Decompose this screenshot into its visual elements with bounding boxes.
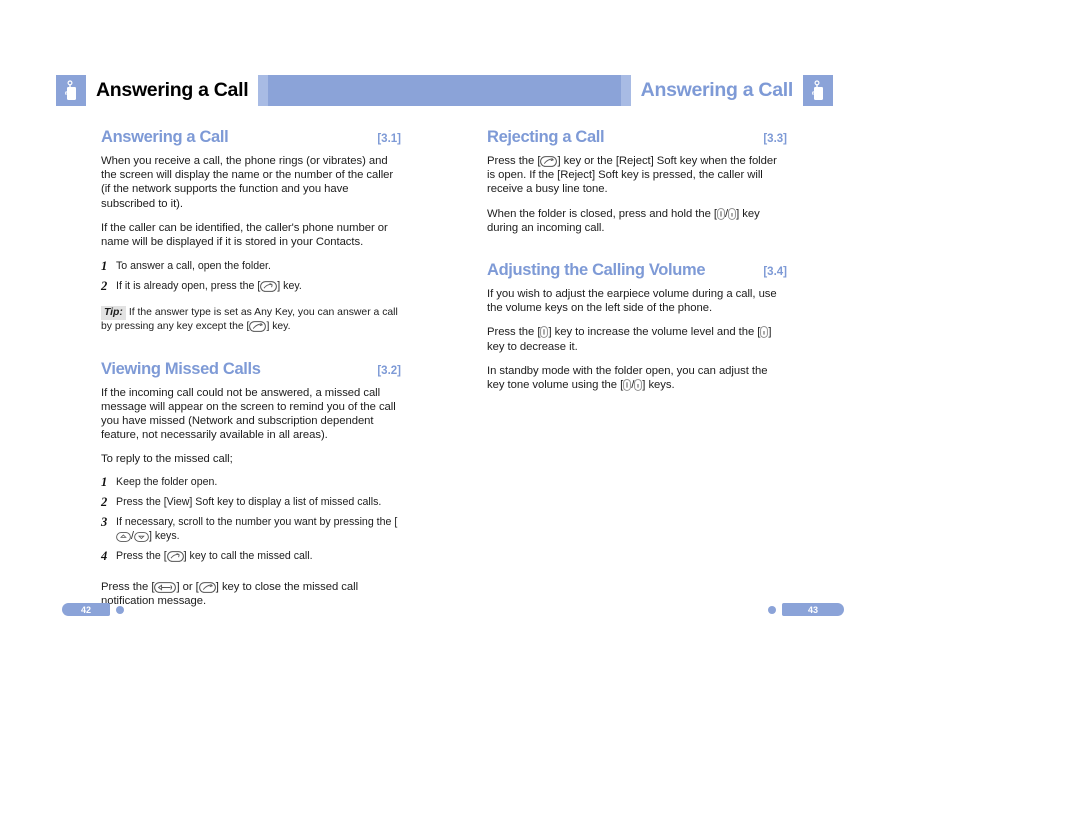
step-text-post: ] keys. (148, 530, 180, 543)
header-title-right: Answering a Call (640, 79, 794, 101)
paragraph: If the incoming call could not be answer… (101, 386, 396, 442)
step-text-pre: Keep the folder open. (116, 475, 218, 488)
section-number: [3.4] (763, 266, 787, 279)
header-divider-left (258, 75, 269, 106)
step-number: 1 (101, 259, 108, 274)
list-item: 3 If necessary, scroll to the number you… (101, 515, 401, 543)
clear-key-icon (154, 581, 177, 593)
left-column: Answering a Call [3.1] When you receive … (101, 128, 401, 618)
paragraph-post: ] keys. (642, 379, 675, 392)
step-text-pre: If necessary, scroll to the number you w… (116, 516, 398, 529)
phone-press-icon-left (56, 75, 86, 106)
step-text-pre: Press the [ (116, 550, 167, 563)
paragraph-pre: Press the [ (101, 580, 155, 593)
paragraph: When the folder is closed, press and hol… (487, 207, 787, 235)
footer-dot-left (116, 605, 124, 614)
paragraph-mid: ] or [ (176, 580, 199, 593)
list-item: 1 Keep the folder open. (101, 475, 401, 489)
section-title: Adjusting the Calling Volume (487, 261, 706, 280)
step-number: 2 (101, 279, 108, 294)
step-text-pre: If it is already open, press the [ (116, 280, 261, 293)
paragraph-close-notification: Press the [ ] or [ ] key to close the mi… (101, 580, 401, 608)
section-heading-adjusting-calling-volume: Adjusting the Calling Volume [3.4] (487, 261, 787, 280)
header-fill-bar (268, 75, 621, 106)
step-list: 1 Keep the folder open. 2 Press the [Vie… (101, 475, 401, 564)
volume-down-key-icon (728, 207, 736, 220)
page-number-left: 42 (62, 603, 110, 616)
document-page: Answering a Call Answering a Call Answer… (0, 0, 1080, 834)
tip-block: Tip: If the answer type is set as Any Key… (101, 305, 401, 334)
volume-up-key-icon (717, 207, 725, 220)
step-list: 1 To answer a call, open the folder. 2 I… (101, 259, 401, 293)
step-text-pre: Press the [View] Soft key to display a l… (116, 495, 382, 508)
tip-label: Tip: (101, 305, 126, 320)
page-header: Answering a Call Answering a Call (56, 75, 833, 106)
volume-up-key-icon (623, 379, 632, 391)
step-text: To answer a call, open the folder. (116, 259, 401, 273)
tip-text-post: ] key. (266, 320, 291, 332)
scroll-up-key-icon (116, 532, 131, 543)
footer-dot-right (768, 605, 776, 614)
step-number: 1 (101, 474, 108, 489)
paragraph: Press the [ ] key to increase the volume… (487, 325, 787, 353)
end-key-icon (249, 320, 267, 332)
end-key-icon (540, 156, 558, 167)
send-key-icon (260, 281, 278, 293)
paragraph: If the caller can be identified, the cal… (101, 221, 388, 249)
step-text: Keep the folder open. (116, 475, 401, 489)
list-item: 1 To answer a call, open the folder. (101, 259, 401, 273)
paragraph: If you wish to adjust the earpiece volum… (487, 288, 777, 315)
paragraph: Press the [ ] key or the [Reject] Soft k… (487, 154, 787, 197)
header-title-box-right: Answering a Call (630, 75, 803, 106)
paragraph-pre: Press the [ (487, 155, 541, 167)
section-heading-rejecting-a-call: Rejecting a Call [3.3] (487, 128, 787, 147)
section-number: [3.2] (377, 364, 401, 377)
paragraph-pre: When the folder is closed, press and hol… (487, 207, 717, 220)
paragraph-mid: ] key to increase the volume level and t… (548, 326, 761, 339)
list-item: 2 Press the [View] Soft key to display a… (101, 495, 401, 509)
send-key-icon (166, 551, 184, 563)
right-column: Rejecting a Call [3.3] Press the [ ] key… (487, 128, 787, 402)
header-title-box-left: Answering a Call (86, 75, 259, 106)
step-text: Press the [View] Soft key to display a l… (116, 495, 401, 509)
end-key-icon (198, 581, 216, 593)
section-title: Rejecting a Call (487, 128, 605, 146)
header-divider-right (620, 75, 631, 106)
list-item: 4 Press the [ ] key to call the missed c… (101, 549, 401, 563)
step-text: If necessary, scroll to the number you w… (116, 515, 401, 543)
paragraph: To reply to the missed call; (101, 453, 233, 466)
section-heading-answering-a-call: Answering a Call [3.1] (101, 128, 401, 147)
scroll-down-key-icon (134, 532, 149, 543)
step-text-post: ] key to call the missed call. (183, 550, 313, 563)
paragraph: In standby mode with the folder open, yo… (487, 364, 787, 392)
section-number: [3.1] (377, 133, 401, 145)
step-text: Press the [ ] key to call the missed cal… (116, 549, 401, 563)
step-number: 2 (101, 494, 108, 509)
step-text-pre: To answer a call, open the folder. (116, 260, 271, 273)
list-item: 2 If it is already open, press the [ ] k… (101, 279, 401, 293)
page-number-right: 43 (782, 603, 844, 616)
step-text-post: ] key. (277, 280, 302, 293)
footer-left: 42 (62, 603, 124, 616)
footer-right: 43 (768, 603, 844, 616)
header-title-left: Answering a Call (96, 79, 249, 101)
section-title: Answering a Call (101, 128, 229, 146)
paragraph: When you receive a call, the phone rings… (101, 155, 394, 210)
section-number: [3.3] (763, 133, 787, 145)
phone-press-icon-right (803, 75, 833, 106)
section-heading-viewing-missed-calls: Viewing Missed Calls [3.2] (101, 360, 401, 379)
step-number: 4 (101, 549, 108, 564)
section-title: Viewing Missed Calls (101, 359, 261, 378)
step-text: If it is already open, press the [ ] key… (116, 279, 401, 293)
paragraph-pre: Press the [ (487, 326, 541, 339)
step-number: 3 (101, 515, 108, 530)
